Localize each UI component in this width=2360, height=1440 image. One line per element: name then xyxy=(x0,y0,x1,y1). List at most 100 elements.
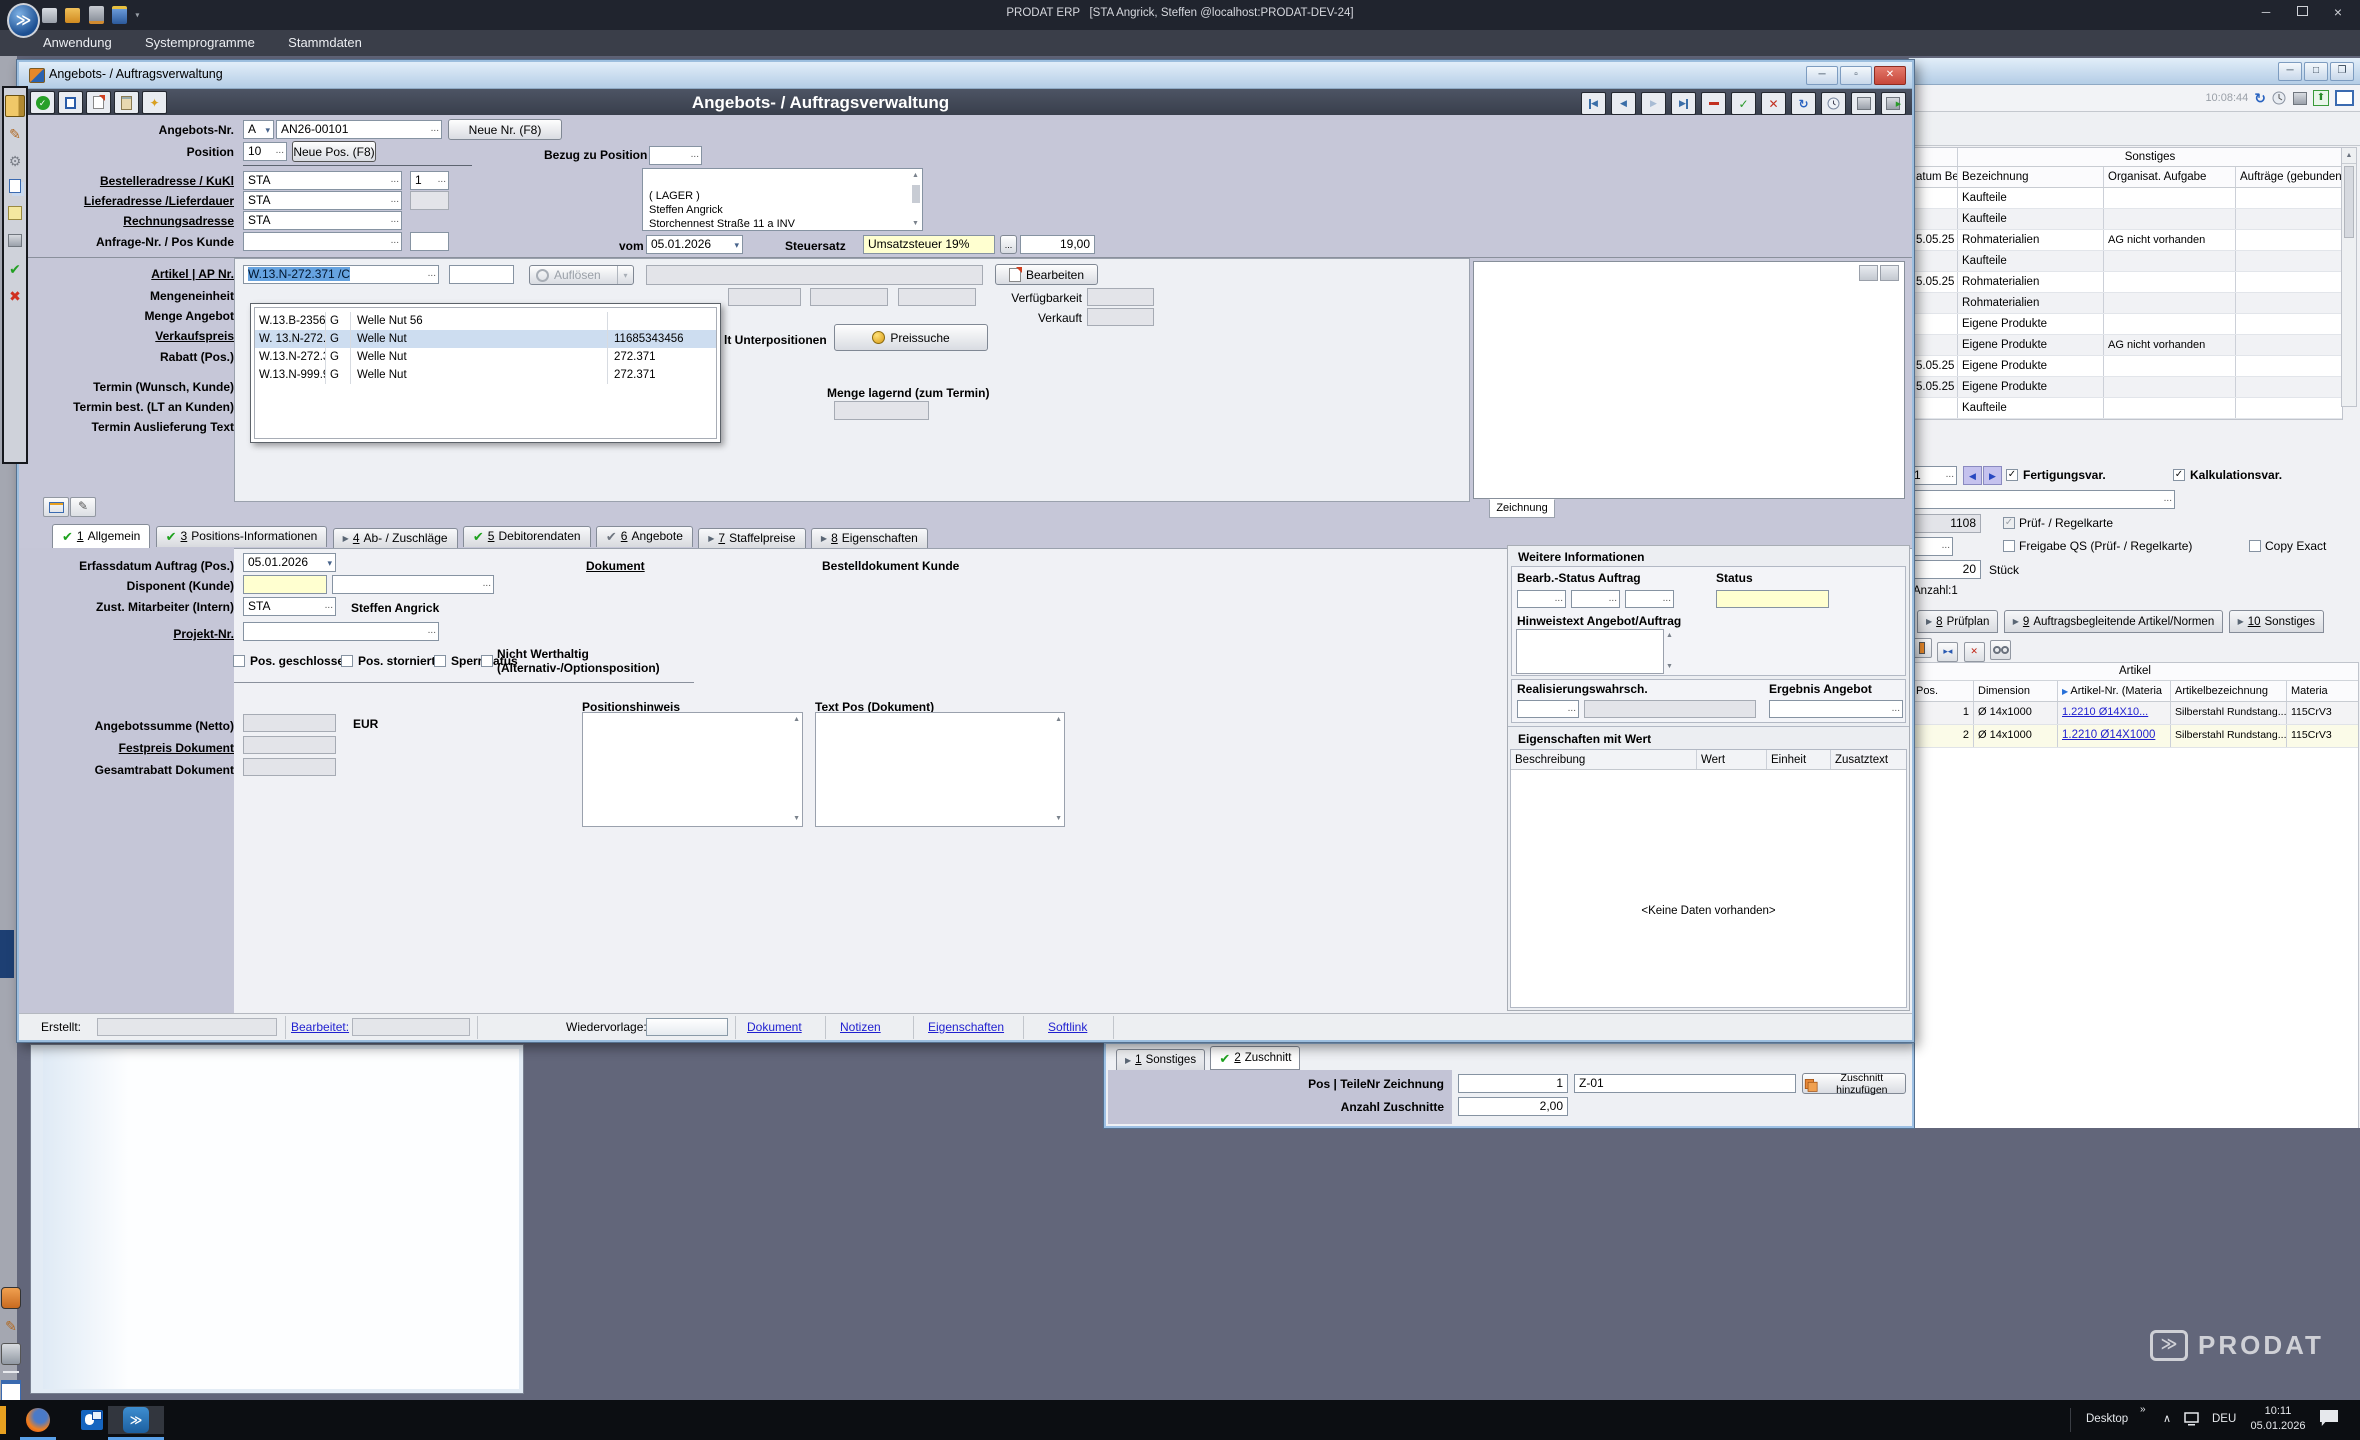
toolbar-chevron[interactable]: » xyxy=(2140,1404,2146,1415)
scroll-thumb[interactable] xyxy=(912,185,920,203)
table-row[interactable]: Rohmaterialien xyxy=(1912,293,2342,314)
artikel-row[interactable]: 2 Ø 14x1000 1.2210 Ø14X1000 Silberstahl … xyxy=(1912,725,2358,748)
ergebnis-field[interactable] xyxy=(1769,700,1903,718)
menu-anwendung[interactable]: Anwendung xyxy=(28,30,127,56)
clock-icon[interactable] xyxy=(2272,91,2287,106)
projekt-field[interactable] xyxy=(243,622,439,641)
nav-first-icon[interactable]: ◀ xyxy=(1581,92,1606,115)
positionshinweis-textarea[interactable]: ▲▼ xyxy=(582,712,803,827)
erfassdatum-field[interactable]: 05.01.2026 xyxy=(243,553,336,572)
angebots-typ-select[interactable]: A xyxy=(243,120,274,139)
col-bezeichnung[interactable]: Bezeichnung xyxy=(1958,167,2104,187)
nav-prev-icon[interactable]: ◀ xyxy=(1611,92,1636,115)
restore-icon[interactable]: ❐ xyxy=(2330,62,2354,81)
history-clock-icon[interactable] xyxy=(1821,92,1846,115)
softlink-link[interactable]: Softlink xyxy=(1048,1020,1087,1034)
tab-zuschnitt[interactable]: ✔2Zuschnitt xyxy=(1210,1046,1300,1070)
col-artikelnr[interactable]: ▶ Artikel-Nr. (Materia xyxy=(2058,681,2171,701)
save-icon[interactable]: ✓ xyxy=(1731,92,1756,115)
artikel-ap-label[interactable]: Artikel | AP Nr. xyxy=(28,267,234,281)
artikel-link[interactable]: 1.2210 Ø14X10... xyxy=(2062,706,2148,718)
bearbeitet-link[interactable]: Bearbeitet: xyxy=(291,1020,349,1034)
document-icon[interactable] xyxy=(1,1380,21,1402)
settings-gear-icon[interactable]: ⚙ xyxy=(6,151,24,171)
table-row[interactable]: Kaufteile xyxy=(1912,188,2342,209)
cancel-icon[interactable]: ✕ xyxy=(1761,92,1786,115)
table-row[interactable]: Kaufteile xyxy=(1912,398,2342,419)
col-einheit[interactable]: Einheit xyxy=(1767,750,1831,769)
edit-pen-icon[interactable]: ✎ xyxy=(6,124,24,144)
notes-icon[interactable] xyxy=(6,205,24,225)
exit-door-icon[interactable] xyxy=(5,95,25,117)
variant-name-field[interactable] xyxy=(1909,490,2175,509)
anzahl-field[interactable]: 2,00 xyxy=(1458,1097,1568,1116)
edit-note-icon[interactable]: ✎ xyxy=(70,497,96,517)
cancel-x-icon[interactable]: ✖ xyxy=(6,286,24,306)
kalkulationsvar-checkbox[interactable] xyxy=(2173,469,2185,481)
dokument-header[interactable]: Dokument xyxy=(586,559,645,573)
box-icon[interactable] xyxy=(6,232,24,252)
anfrage-nr-field[interactable] xyxy=(243,232,402,251)
neue-nr-button[interactable]: Neue Nr. (F8) xyxy=(448,119,562,140)
confirm-check-icon[interactable]: ✔ xyxy=(6,259,24,279)
window-icon[interactable] xyxy=(2335,90,2354,106)
scroll-down-icon[interactable]: ▼ xyxy=(912,219,919,229)
col-artikelbezeichnung[interactable]: Artikelbezeichnung xyxy=(2171,681,2287,701)
scrollbar[interactable]: ▲ xyxy=(2341,147,2357,407)
tab-eigenschaften[interactable]: ▶8Eigenschaften xyxy=(811,528,928,549)
angebots-nr-field[interactable]: AN26-00101 xyxy=(276,120,442,139)
dropdown-row[interactable]: W.13.B-2356-89-1GWelle Nut 56 xyxy=(255,312,716,330)
scroll-up-icon[interactable]: ▲ xyxy=(912,171,919,181)
maximize-icon[interactable]: ▫ xyxy=(1840,66,1872,85)
status-field-3[interactable] xyxy=(1625,590,1674,608)
bestelleradresse-pos-field[interactable]: 1 xyxy=(410,171,449,190)
menu-stammdaten[interactable]: Stammdaten xyxy=(273,30,377,56)
status-field[interactable] xyxy=(1716,590,1829,608)
refresh-icon[interactable]: ↻ xyxy=(1791,92,1816,115)
col-zusatztext[interactable]: Zusatztext xyxy=(1831,750,1906,769)
tab-sonstiges[interactable]: ▶10Sonstiges xyxy=(2229,610,2324,633)
col-datum[interactable]: atum Bes xyxy=(1912,167,1958,187)
eigenschaften-link[interactable]: Eigenschaften xyxy=(928,1020,1004,1034)
wiedervorlage-field[interactable] xyxy=(646,1018,728,1036)
close-icon[interactable]: ✕ xyxy=(1874,66,1906,85)
tab-debitorendaten[interactable]: ✔5Debitorendaten xyxy=(463,526,591,547)
bestelleradresse-field[interactable]: STA xyxy=(243,171,402,190)
nav-last-icon[interactable]: ▶ xyxy=(1671,92,1696,115)
textpos-textarea[interactable]: ▲▼ xyxy=(815,712,1065,827)
notification-icon[interactable] xyxy=(2320,1410,2338,1426)
variant-number-field[interactable]: 1 xyxy=(1909,466,1957,485)
prodat-app-icon[interactable]: ≫ xyxy=(7,3,40,38)
anfrage-pos-field[interactable] xyxy=(410,232,449,251)
tab-sonstiges[interactable]: ▶1Sonstiges xyxy=(1116,1049,1205,1072)
table-row[interactable]: 5.05.25Eigene Produkte xyxy=(1912,377,2342,398)
stock-cube-icon[interactable] xyxy=(1851,92,1876,115)
tab-angebote[interactable]: ✔6Angebote xyxy=(596,526,693,547)
tab-ab-zuschlaege[interactable]: ▶4Ab- / Zuschläge xyxy=(333,528,458,549)
keyboard-language[interactable]: DEU xyxy=(2212,1413,2236,1425)
minimize-icon[interactable]: ─ xyxy=(2248,0,2284,26)
menge-field[interactable]: 20 xyxy=(1909,560,1981,579)
position-field[interactable]: 10 xyxy=(243,142,287,161)
artikel-zusatz-field[interactable] xyxy=(449,265,514,284)
status-field-2[interactable] xyxy=(1571,590,1620,608)
disponent-kuerzel-field[interactable] xyxy=(243,575,327,594)
table-row[interactable]: Eigene Produkte xyxy=(1912,314,2342,335)
search-binoculars-icon[interactable] xyxy=(1990,640,2011,660)
table-row[interactable]: 5.05.25Rohmaterialien xyxy=(1912,272,2342,293)
preissuche-button[interactable]: Preissuche xyxy=(834,324,988,351)
tab-staffelpreise[interactable]: ▶7Staffelpreise xyxy=(698,528,805,549)
col-auftraege[interactable]: Aufträge (gebundene B xyxy=(2236,167,2342,187)
bestelleradresse-label[interactable]: Bestelleradresse / KuKl xyxy=(28,174,234,188)
panel-menu-icon[interactable] xyxy=(1880,265,1899,281)
filter-remove-icon[interactable]: ✕ xyxy=(1964,642,1985,662)
bezug-field[interactable] xyxy=(649,146,702,165)
copy-exact-checkbox[interactable] xyxy=(2249,540,2261,552)
col-wert[interactable]: Wert xyxy=(1697,750,1767,769)
print-icon[interactable] xyxy=(1859,265,1878,281)
dropdown-row[interactable]: W.13.N-999.999/TGWelle Nut272.371 xyxy=(255,366,716,384)
table-row[interactable]: Kaufteile xyxy=(1912,251,2342,272)
col-dimension[interactable]: Dimension xyxy=(1974,681,2058,701)
neue-pos-button[interactable]: Neue Pos. (F8) xyxy=(292,141,376,162)
col-beschreibung[interactable]: Beschreibung xyxy=(1511,750,1697,769)
